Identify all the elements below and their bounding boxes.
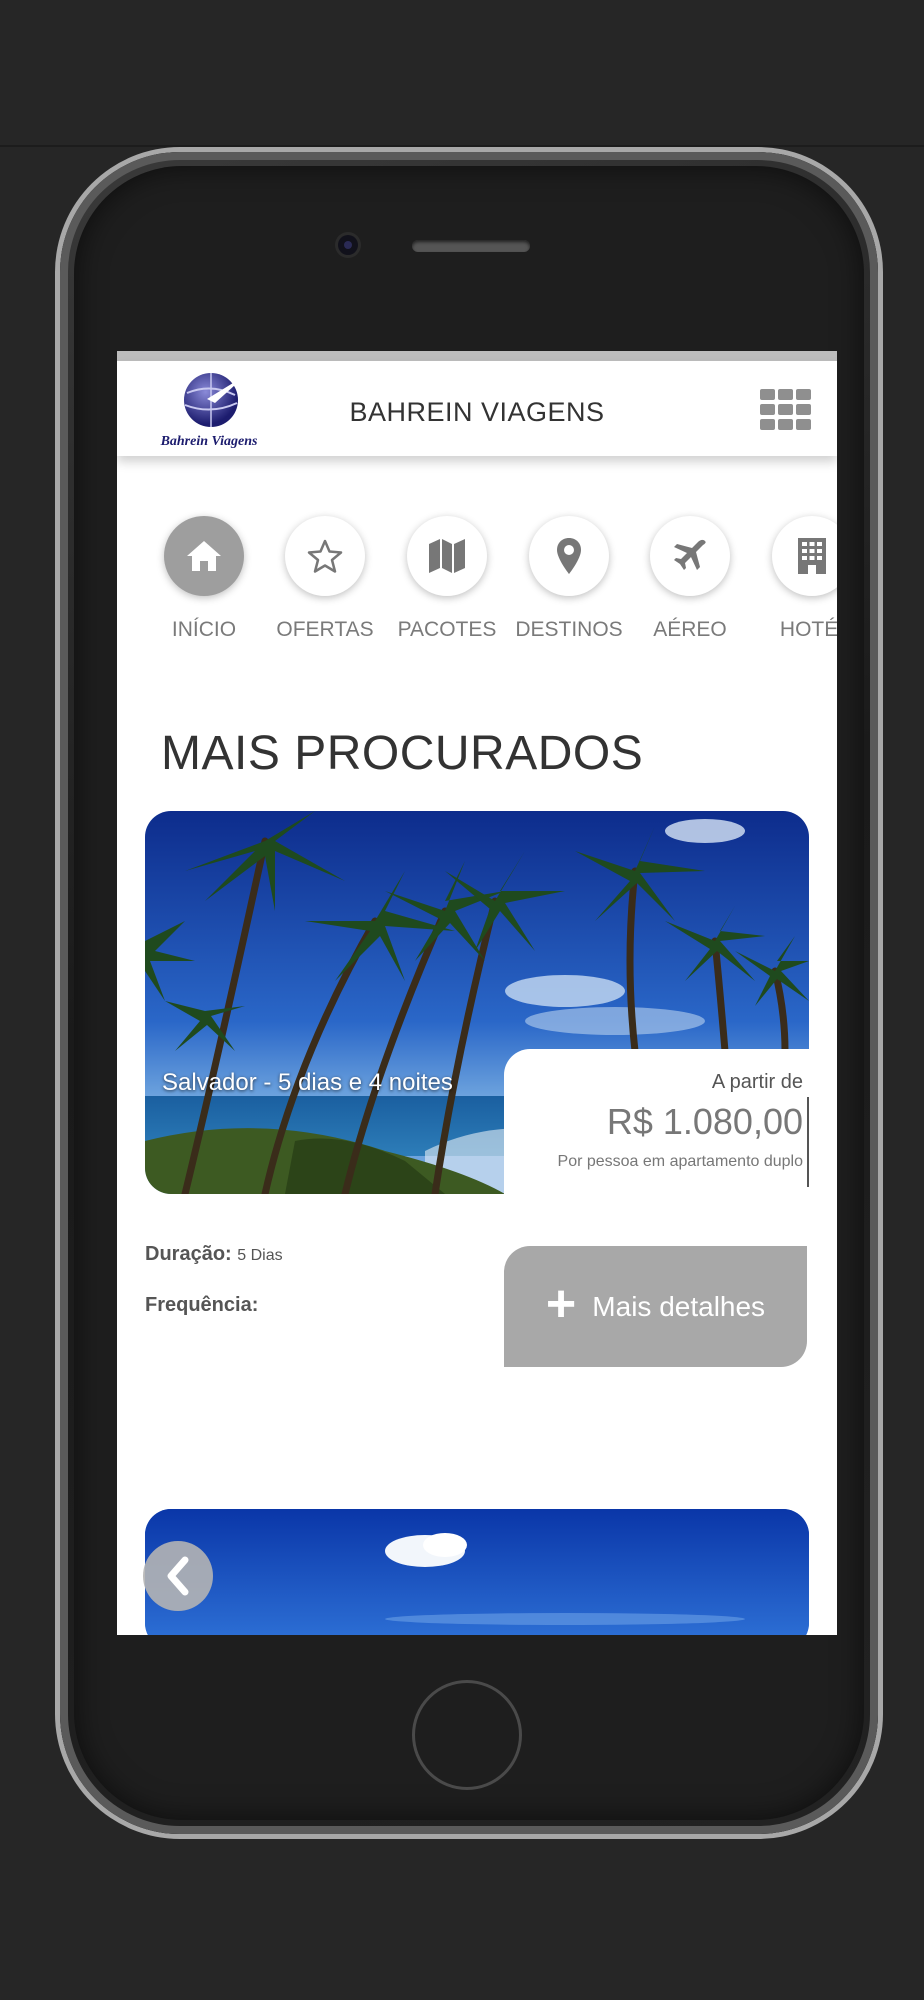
category-pacotes[interactable]: PACOTES (387, 516, 507, 642)
chevron-left-icon (167, 1556, 189, 1596)
frequency-row: Frequência: (145, 1294, 258, 1317)
section-title: MAIS PROCURADOS (161, 727, 644, 780)
duration-row: Duração: 5 Dias (145, 1243, 283, 1266)
map-icon (407, 516, 487, 596)
top-divider (0, 145, 924, 147)
map-pin-icon (529, 516, 609, 596)
category-inicio[interactable]: INÍCIO (144, 516, 264, 642)
star-icon (285, 516, 365, 596)
front-camera (338, 235, 358, 255)
carousel-prev-button[interactable] (143, 1541, 213, 1611)
earpiece-speaker (412, 240, 530, 252)
duration-label: Duração: (145, 1243, 232, 1265)
price-divider (807, 1097, 809, 1187)
category-label: DESTINOS (515, 618, 623, 641)
home-button[interactable] (412, 1680, 522, 1790)
home-icon (164, 516, 244, 596)
package-title[interactable]: Salvador - 5 dias e 4 noites (162, 1069, 453, 1097)
app-header: Bahrein Viagens BAHREIN VIAGENS (117, 361, 837, 456)
category-hoteis[interactable]: HOTÉI (752, 516, 837, 642)
duration-value: 5 Dias (237, 1247, 283, 1264)
category-label: PACOTES (397, 618, 497, 641)
brand-title: BAHREIN VIAGENS (349, 397, 605, 427)
frequency-label: Frequência: (145, 1294, 259, 1316)
price-value: R$ 1.080,00 (606, 1101, 803, 1142)
package-image-2[interactable] (145, 1509, 809, 1635)
price-from-label: A partir de (711, 1071, 803, 1093)
building-icon (772, 516, 837, 596)
more-details-label: Mais detalhes (592, 1290, 766, 1322)
price-note: Por pessoa em apartamento duplo (557, 1153, 803, 1170)
category-ofertas[interactable]: OFERTAS (265, 516, 385, 642)
logo-text: Bahrein Viagens (160, 434, 258, 449)
category-nav: INÍCIO OFERTAS PACOTES DESTINOS AÉREO HO… (117, 516, 837, 656)
category-aereo[interactable]: AÉREO (630, 516, 750, 642)
airplane-icon (650, 516, 730, 596)
category-destinos[interactable]: DESTINOS (509, 516, 629, 642)
category-label: AÉREO (653, 618, 727, 641)
price-box: A partir de R$ 1.080,00 Por pessoa em ap… (504, 1049, 809, 1194)
grid-menu-icon[interactable] (760, 389, 812, 433)
app-screen: Bahrein Viagens BAHREIN VIAGENS INÍCIO O… (117, 351, 837, 1635)
status-bar (117, 351, 837, 361)
category-label: INÍCIO (171, 618, 237, 641)
plus-icon: + (545, 1274, 577, 1333)
category-label: OFERTAS (276, 618, 374, 641)
more-details-button[interactable]: + Mais detalhes (504, 1246, 807, 1367)
category-label: HOTÉI (779, 618, 837, 641)
brand-logo[interactable]: Bahrein Viagens (155, 369, 263, 451)
